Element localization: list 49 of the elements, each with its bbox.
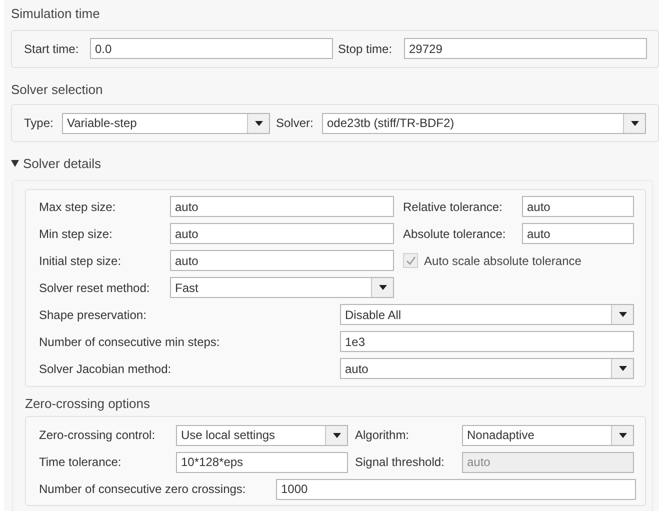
input-field[interactable]: 1000	[276, 478, 636, 500]
input-field[interactable]: auto	[170, 196, 394, 217]
input-field[interactable]: auto	[170, 250, 394, 271]
expand-triangle-icon[interactable]	[11, 160, 19, 168]
checkbox-label: Auto scale absolute tolerance	[424, 252, 582, 270]
field-label: Type:	[24, 115, 54, 132]
field-label: Relative tolerance:	[403, 198, 504, 216]
section-title: Simulation time	[11, 5, 101, 23]
dropdown[interactable]: ode23tb (stiff/TR-BDF2)	[322, 112, 646, 134]
section-title: Solver selection	[11, 80, 104, 98]
field-label: Initial step size:	[39, 252, 122, 270]
dropdown[interactable]: Disable All	[340, 304, 634, 325]
checkmark-icon	[406, 256, 416, 266]
caret-icon	[254, 120, 262, 126]
caret-icon	[618, 366, 626, 371]
section-title: Solver details	[23, 155, 102, 173]
caret-icon	[618, 312, 626, 317]
input-field[interactable]: 10*128*eps	[176, 452, 348, 472]
field-label: Time tolerance:	[39, 454, 122, 471]
input-field[interactable]: auto	[522, 223, 634, 244]
field-label: Signal threshold:	[355, 454, 446, 471]
field-label: Absolute tolerance:	[403, 226, 507, 242]
caret-icon	[630, 120, 638, 126]
field-label: Solver:	[276, 115, 314, 132]
field-label: Number of consecutive zero crossings:	[39, 481, 247, 498]
field-label: Algorithm:	[355, 427, 410, 444]
caret-icon	[618, 432, 626, 438]
field-label: Shape preservation:	[39, 306, 148, 324]
field-label: Solver Jacobian method:	[39, 360, 172, 378]
input-field[interactable]: 29729	[404, 38, 647, 59]
field-label: Number of consecutive min steps:	[39, 334, 221, 350]
field-label: Min step size:	[39, 226, 114, 242]
section-title: Zero-crossing options	[25, 394, 151, 413]
field-label: Max step size:	[39, 198, 117, 216]
field-label: Zero-crossing control:	[39, 427, 156, 444]
dropdown[interactable]: auto	[340, 358, 634, 379]
input-field[interactable]: auto	[170, 223, 394, 244]
input-field[interactable]: 1e3	[340, 331, 634, 352]
dropdown[interactable]: Fast	[170, 277, 394, 298]
field-label: Start time:	[24, 40, 80, 58]
input-field[interactable]: 0.0	[90, 38, 333, 59]
caret-icon	[378, 285, 386, 290]
caret-icon	[332, 432, 340, 438]
input-field[interactable]: auto	[522, 196, 634, 217]
field-label: Stop time:	[338, 40, 394, 58]
dropdown[interactable]: Variable-step	[62, 112, 270, 134]
dropdown[interactable]: Nonadaptive	[462, 424, 634, 446]
field-label: Solver reset method:	[39, 280, 151, 296]
dropdown[interactable]: Use local settings	[176, 424, 348, 446]
